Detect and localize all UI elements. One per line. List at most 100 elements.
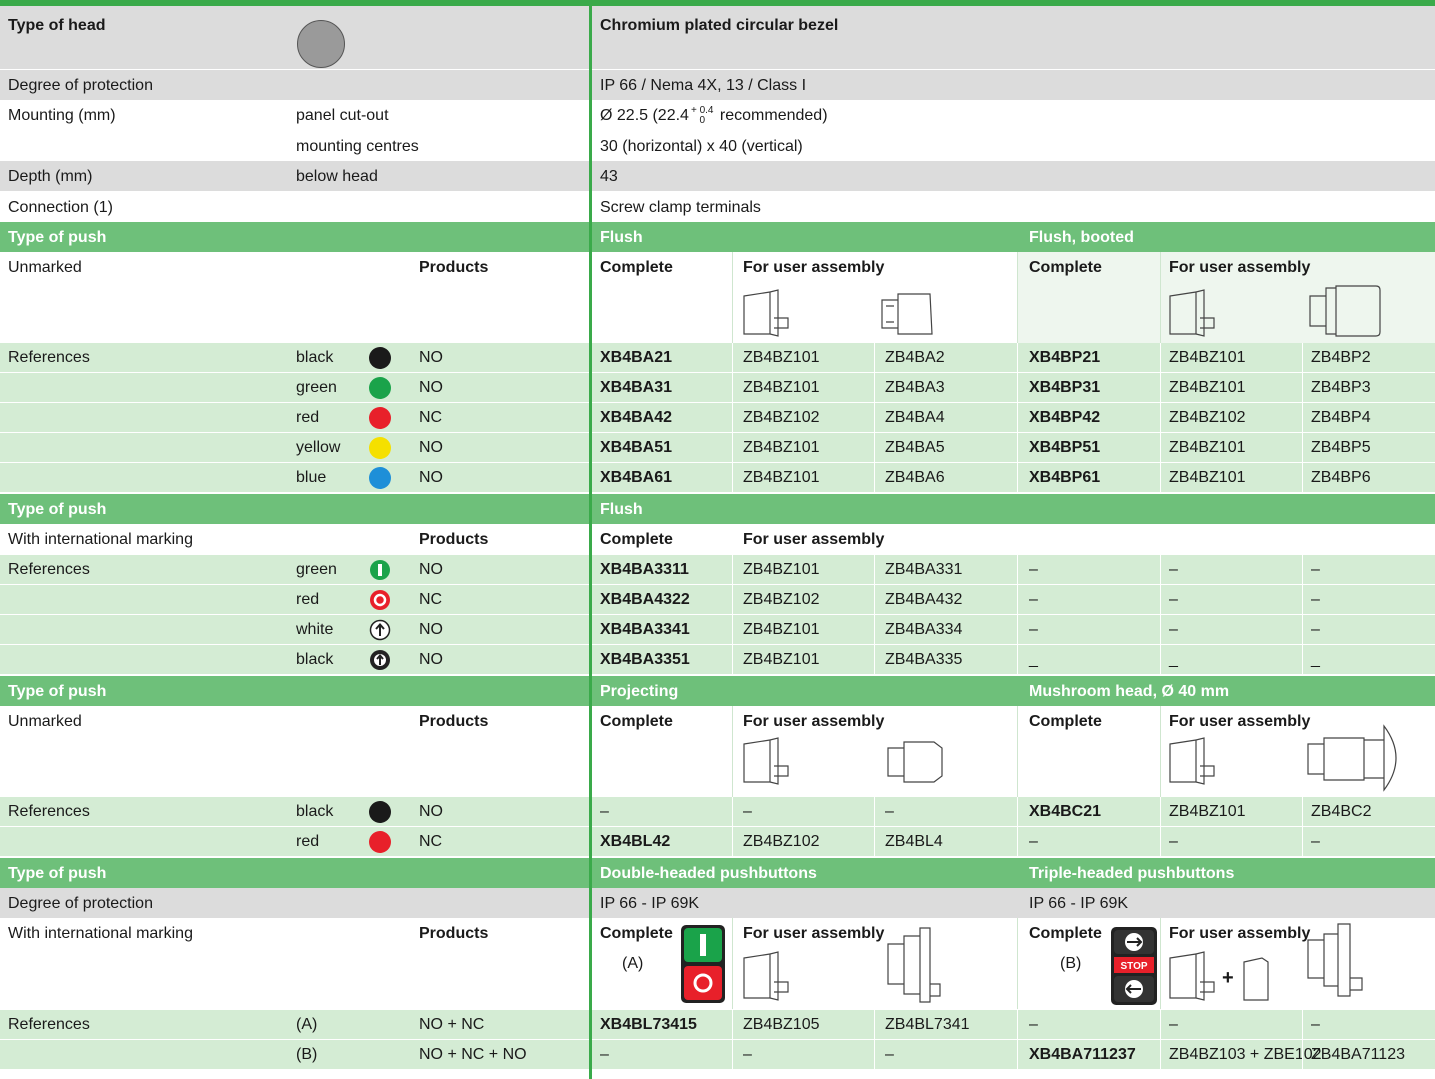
cell-divider	[1302, 373, 1303, 402]
marking-label: With international marking	[8, 925, 193, 942]
reference-row: References black NO – – – XB4BC21 ZB4BZ101 ZB4BC…	[0, 797, 1435, 826]
cell-divider	[1017, 1010, 1018, 1039]
general-label: Connection (1)	[8, 199, 113, 216]
cell-divider	[1017, 463, 1018, 492]
general-value: 43	[600, 168, 618, 185]
contact-block-icon	[1243, 957, 1269, 1001]
head-row: Type of head Chromium plated circular be…	[0, 6, 1435, 69]
reference-row: blue NO XB4BA61 ZB4BZ101 ZB4BA6 XB4BP61 ZB4BZ1…	[0, 463, 1435, 492]
references-label: References	[8, 349, 90, 366]
marking-label: Unmarked	[8, 713, 82, 730]
general-label: Depth (mm)	[8, 168, 93, 185]
complete-label: Complete	[1029, 713, 1102, 730]
head-ref: ZB4BA5	[885, 439, 945, 456]
complete-ref: _	[1029, 651, 1038, 668]
push-type-col1: Flush	[600, 229, 643, 246]
color-dot-icon	[369, 831, 391, 853]
head-ref: ZB4BP6	[1311, 469, 1371, 486]
cell-divider	[1160, 252, 1161, 343]
head-ref: –	[1311, 621, 1320, 638]
cell-divider	[1017, 373, 1018, 402]
color-dot-icon	[369, 407, 391, 429]
section-header: Type of push Double-headed pushbuttons T…	[0, 858, 1435, 888]
assembly-label: For user assembly	[743, 259, 885, 276]
black-arrow-icon	[370, 650, 390, 670]
marking-label: Unmarked	[8, 259, 82, 276]
cell-divider	[874, 645, 875, 674]
cell-divider	[874, 343, 875, 372]
head-ref: ZB4BA71123	[1311, 1046, 1405, 1063]
complete-ref: XB4BA711237	[1029, 1046, 1136, 1063]
cell-divider	[1160, 433, 1161, 462]
contact-type: NO	[419, 651, 443, 668]
products-label: Products	[419, 259, 489, 276]
contact-type: NO	[419, 469, 443, 486]
push-type-col1: Projecting	[600, 683, 679, 700]
body-assembly-icon	[743, 951, 789, 1001]
section-header: Type of push Projecting Mushroom head, Ø…	[0, 676, 1435, 706]
products-row: Unmarked Products Complete For user asse…	[0, 706, 1435, 797]
color-dot-icon	[369, 801, 391, 823]
general-row: mounting centres 30 (horizontal) x 40 (v…	[0, 131, 1435, 161]
cell-divider	[732, 463, 733, 492]
white-arrow-icon	[369, 619, 391, 641]
cell-divider	[1017, 403, 1018, 432]
head-ref: ZB4BA3	[885, 379, 945, 396]
assembly-ref: _	[1169, 651, 1178, 668]
section-header: Type of push Flush Flush, booted	[0, 222, 1435, 252]
cell-divider	[1160, 343, 1161, 372]
color-label: red	[296, 591, 320, 608]
assembly-label: For user assembly	[743, 713, 885, 730]
head-ref: ZB4BL4	[885, 833, 943, 850]
reference-row: red NC XB4BL42 ZB4BZ102 ZB4BL4 – – –	[0, 827, 1435, 856]
complete-label: Complete	[600, 925, 673, 942]
booted-head-icon	[1309, 285, 1381, 337]
cell-divider	[1302, 797, 1303, 826]
complete-ref: XB4BP42	[1029, 409, 1101, 426]
contact-type: NO	[419, 561, 443, 578]
complete-label: Complete	[1029, 259, 1102, 276]
complete-label: Complete	[600, 713, 673, 730]
general-value: IP 66 / Nema 4X, 13 / Class I	[600, 77, 807, 94]
assembly-ref: ZB4BZ101	[1169, 439, 1246, 456]
stop-text: STOP	[1120, 961, 1147, 972]
head-ref: ZB4BA432	[885, 591, 963, 608]
complete-label: Complete	[1029, 925, 1102, 942]
head-ref: ZB4BL7341	[885, 1016, 970, 1033]
reference-row: green NO XB4BA31 ZB4BZ101 ZB4BA3 XB4BP31 ZB4BZ…	[0, 373, 1435, 402]
reference-row: References (A) NO + NC XB4BL73415 ZB4BZ105 ZB…	[0, 1010, 1435, 1039]
head-value: Chromium plated circular bezel	[600, 17, 839, 34]
section-header: Type of push Flush	[0, 494, 1435, 524]
assembly-label: For user assembly	[743, 531, 885, 548]
general-row: Connection (1) Screw clamp terminals	[0, 192, 1435, 222]
complete-ref: XB4BA3351	[600, 651, 690, 668]
cell-divider	[1017, 706, 1018, 797]
push-type-col1: Flush	[600, 501, 643, 518]
cell-divider	[1302, 1040, 1303, 1069]
assembly-ref: ZB4BZ102	[743, 591, 820, 608]
color-label: black	[296, 651, 334, 668]
cell-divider	[1017, 645, 1018, 674]
assembly-label: For user assembly	[743, 925, 885, 942]
body-assembly-icon	[1169, 951, 1215, 1001]
cell-divider	[874, 433, 875, 462]
double-headed-button-icon	[681, 925, 725, 1003]
color-dot-icon	[369, 377, 391, 399]
product-table: Type of head Chromium plated circular be…	[0, 0, 1435, 1079]
mark-label: (A)	[296, 1016, 318, 1033]
cell-divider	[1160, 797, 1161, 826]
cell-divider	[732, 827, 733, 856]
assembly-ref: ZB4BZ102	[1169, 409, 1246, 426]
complete-ref: –	[1029, 833, 1038, 850]
cell-divider	[1160, 645, 1161, 674]
protection-value: IP 66 - IP 69K	[1029, 895, 1129, 912]
reference-row: References green NO XB4BA3311 ZB4BZ101 ZB4BA3…	[0, 555, 1435, 584]
complete-label: Complete	[600, 259, 673, 276]
assembly-ref: ZB4BZ102	[743, 409, 820, 426]
general-sub: mounting centres	[296, 138, 419, 155]
cell-divider	[1302, 827, 1303, 856]
head-ref: ZB4BP4	[1311, 409, 1371, 426]
products-row: With international marking Products Comp…	[0, 918, 1435, 1009]
complete-ref: –	[1029, 591, 1038, 608]
cell-divider	[874, 585, 875, 614]
